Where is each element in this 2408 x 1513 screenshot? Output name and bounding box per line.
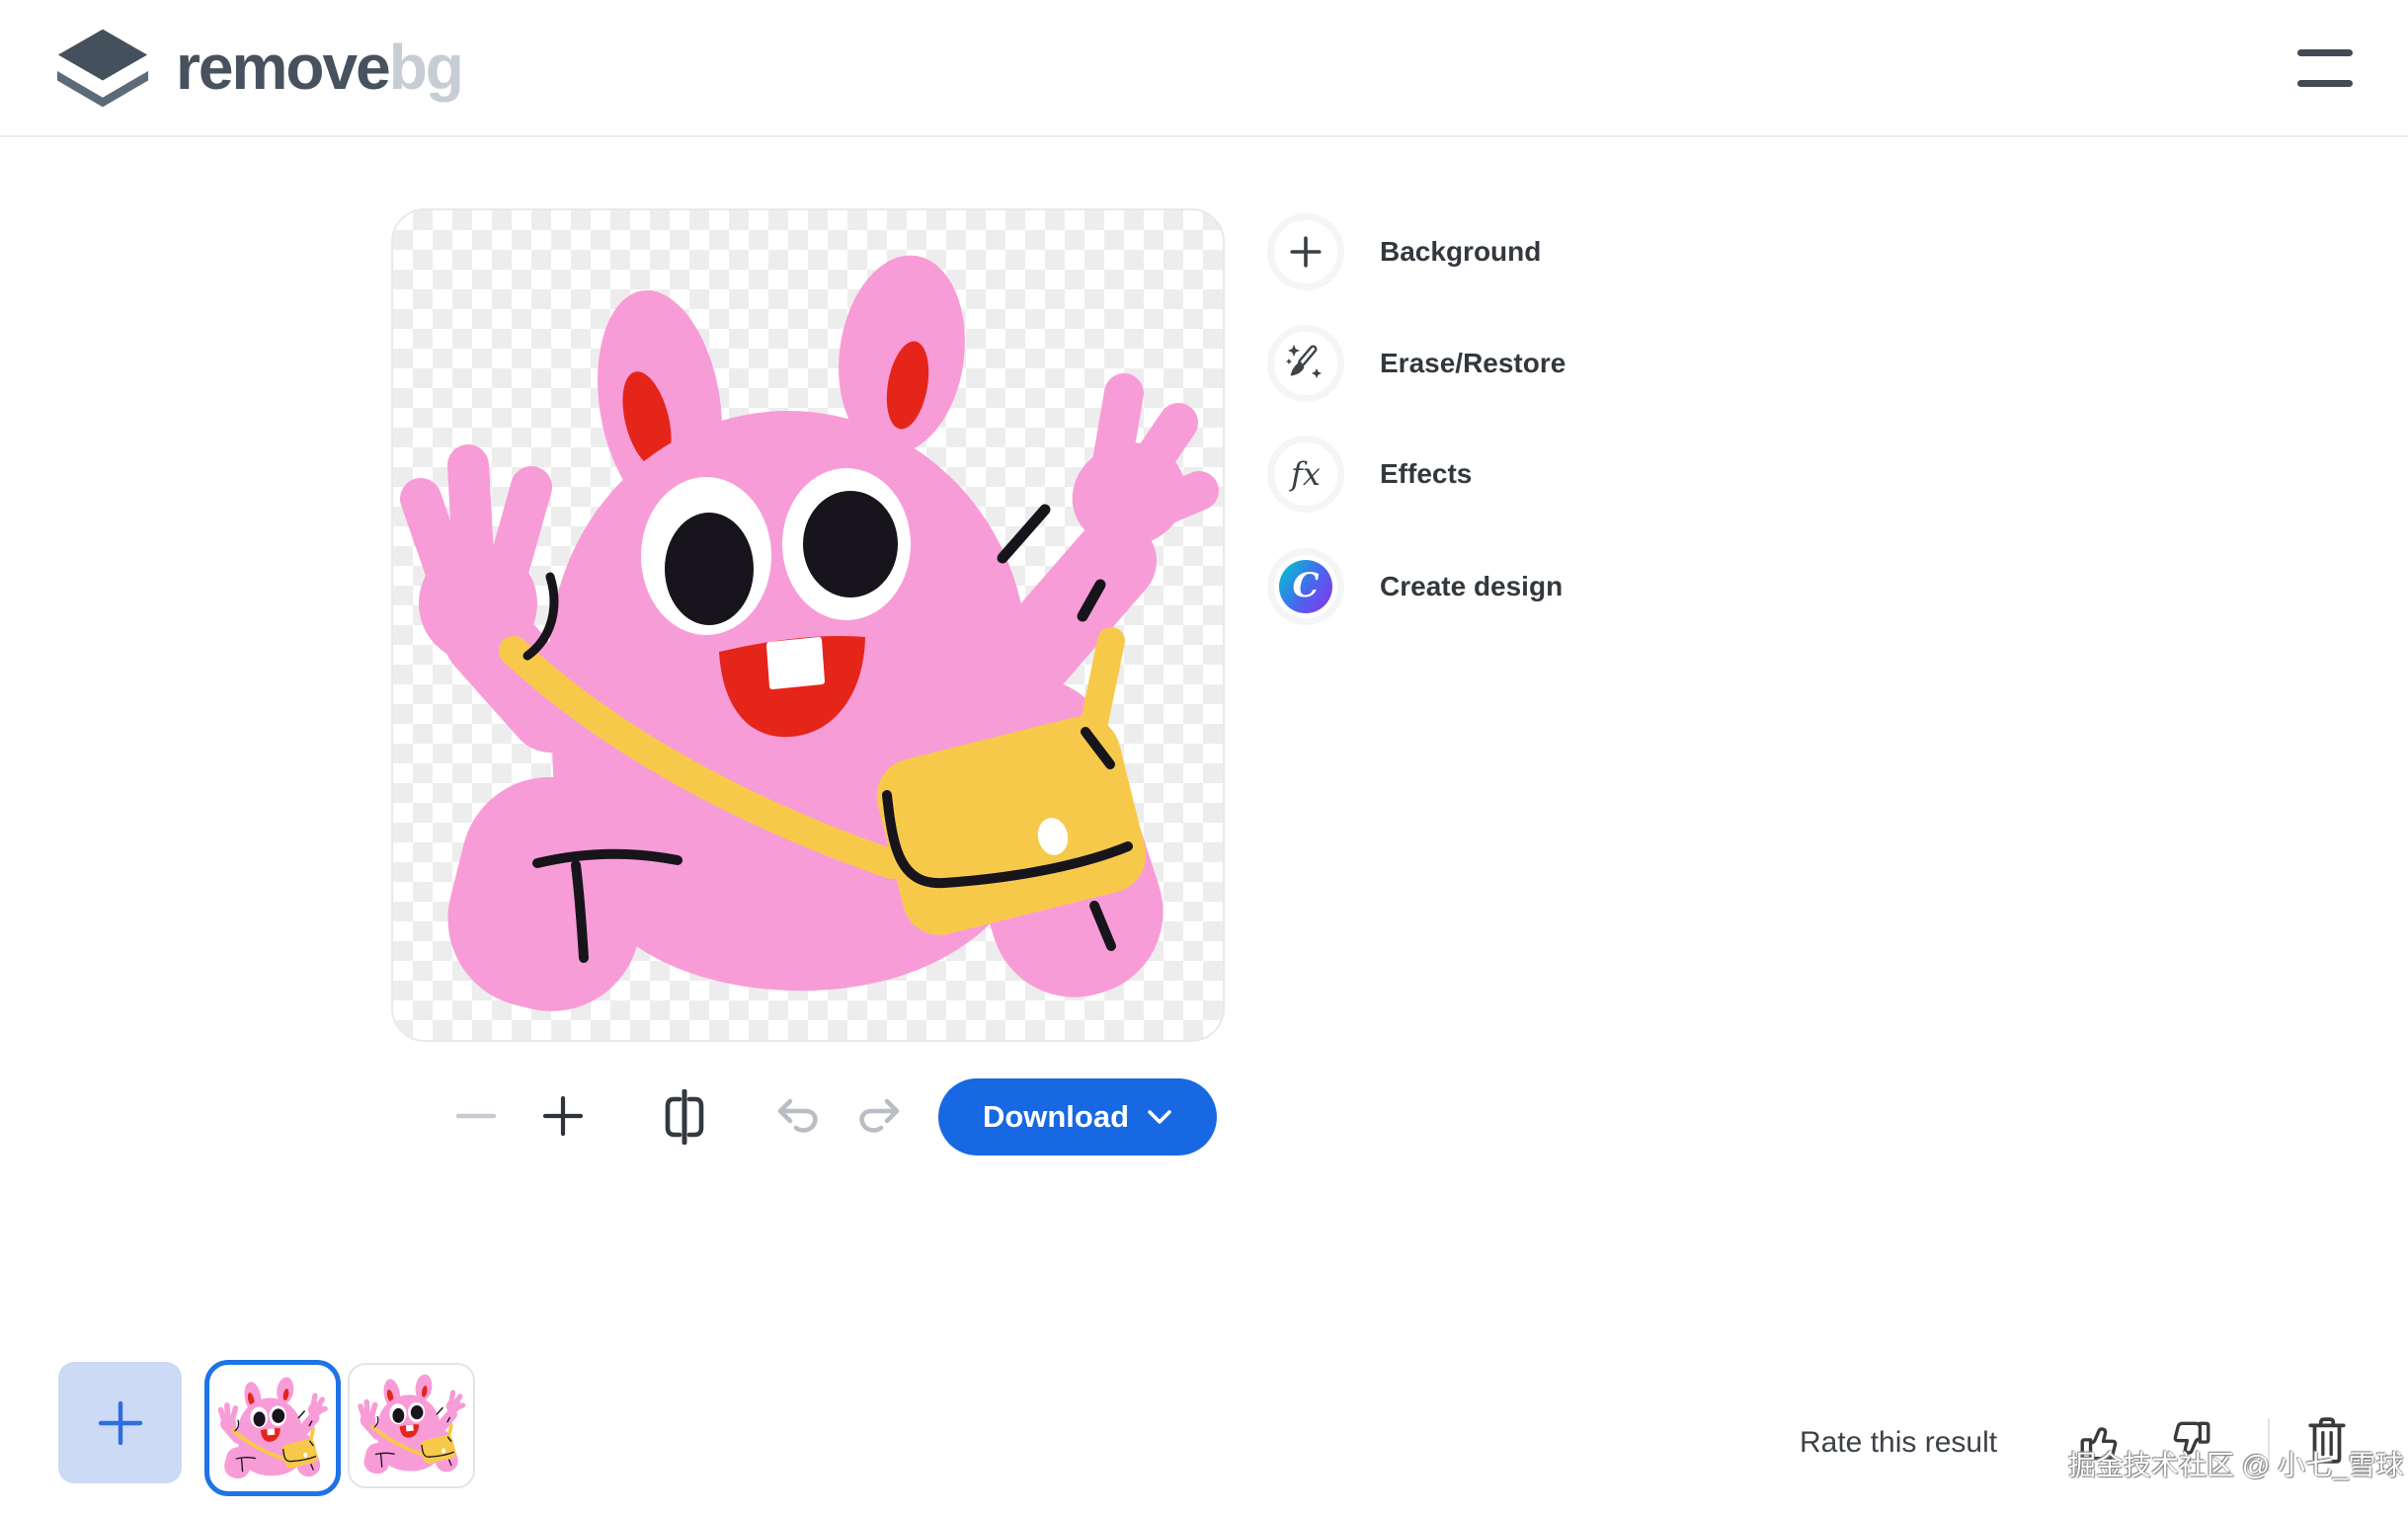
canva-icon: C [1267, 548, 1344, 625]
trash-icon[interactable] [2307, 1414, 2347, 1468]
thumbs-down-icon[interactable] [2167, 1414, 2214, 1466]
rate-this-result-label: Rate this result [1800, 1426, 1997, 1460]
tool-item-background[interactable]: Background [1267, 212, 1541, 291]
thumbnail-image [214, 1370, 331, 1486]
brand-text: removebg [176, 31, 462, 104]
thumbnail-image [352, 1367, 471, 1484]
undo-icon[interactable] [770, 1094, 824, 1140]
zoom-out-icon[interactable] [454, 1094, 498, 1138]
brand-secondary: bg [389, 32, 462, 103]
magic-brush-icon [1267, 325, 1344, 402]
layers-icon [55, 26, 150, 109]
removebg-editor-page: removebg [0, 0, 2408, 1513]
image-canvas[interactable] [391, 208, 1225, 1042]
zoom-in-icon[interactable] [541, 1094, 585, 1138]
compare-icon[interactable] [660, 1088, 709, 1146]
thumbs-up-icon[interactable] [2076, 1418, 2124, 1470]
hamburger-icon[interactable] [2297, 45, 2357, 91]
header: removebg [0, 0, 2408, 137]
brand-primary: remove [176, 32, 389, 103]
thumbnail-selected[interactable] [204, 1360, 341, 1496]
canva-glyph: C [1292, 566, 1319, 605]
add-image-button[interactable] [58, 1362, 182, 1483]
download-label: Download [983, 1099, 1129, 1135]
download-button[interactable]: Download [938, 1078, 1217, 1155]
plus-icon [97, 1399, 144, 1447]
redo-icon[interactable] [853, 1094, 907, 1140]
tool-item-effects[interactable]: fx Effects [1267, 435, 1472, 514]
tool-item-label: Background [1380, 236, 1541, 268]
thumbnail-2[interactable] [348, 1363, 475, 1488]
result-image-bunny [393, 210, 1223, 1040]
tool-item-label: Effects [1380, 458, 1472, 490]
chevron-down-icon [1147, 1109, 1172, 1125]
tool-item-label: Create design [1380, 571, 1563, 602]
fx-glyph: fx [1291, 455, 1321, 493]
plus-icon [1267, 213, 1344, 290]
divider [2268, 1418, 2270, 1472]
tool-item-erase-restore[interactable]: Erase/Restore [1267, 324, 1565, 403]
fx-icon: fx [1267, 436, 1344, 513]
removebg-logo[interactable]: removebg [55, 22, 462, 113]
tool-item-label: Erase/Restore [1380, 348, 1565, 379]
tool-item-create-design[interactable]: C Create design [1267, 547, 1563, 626]
